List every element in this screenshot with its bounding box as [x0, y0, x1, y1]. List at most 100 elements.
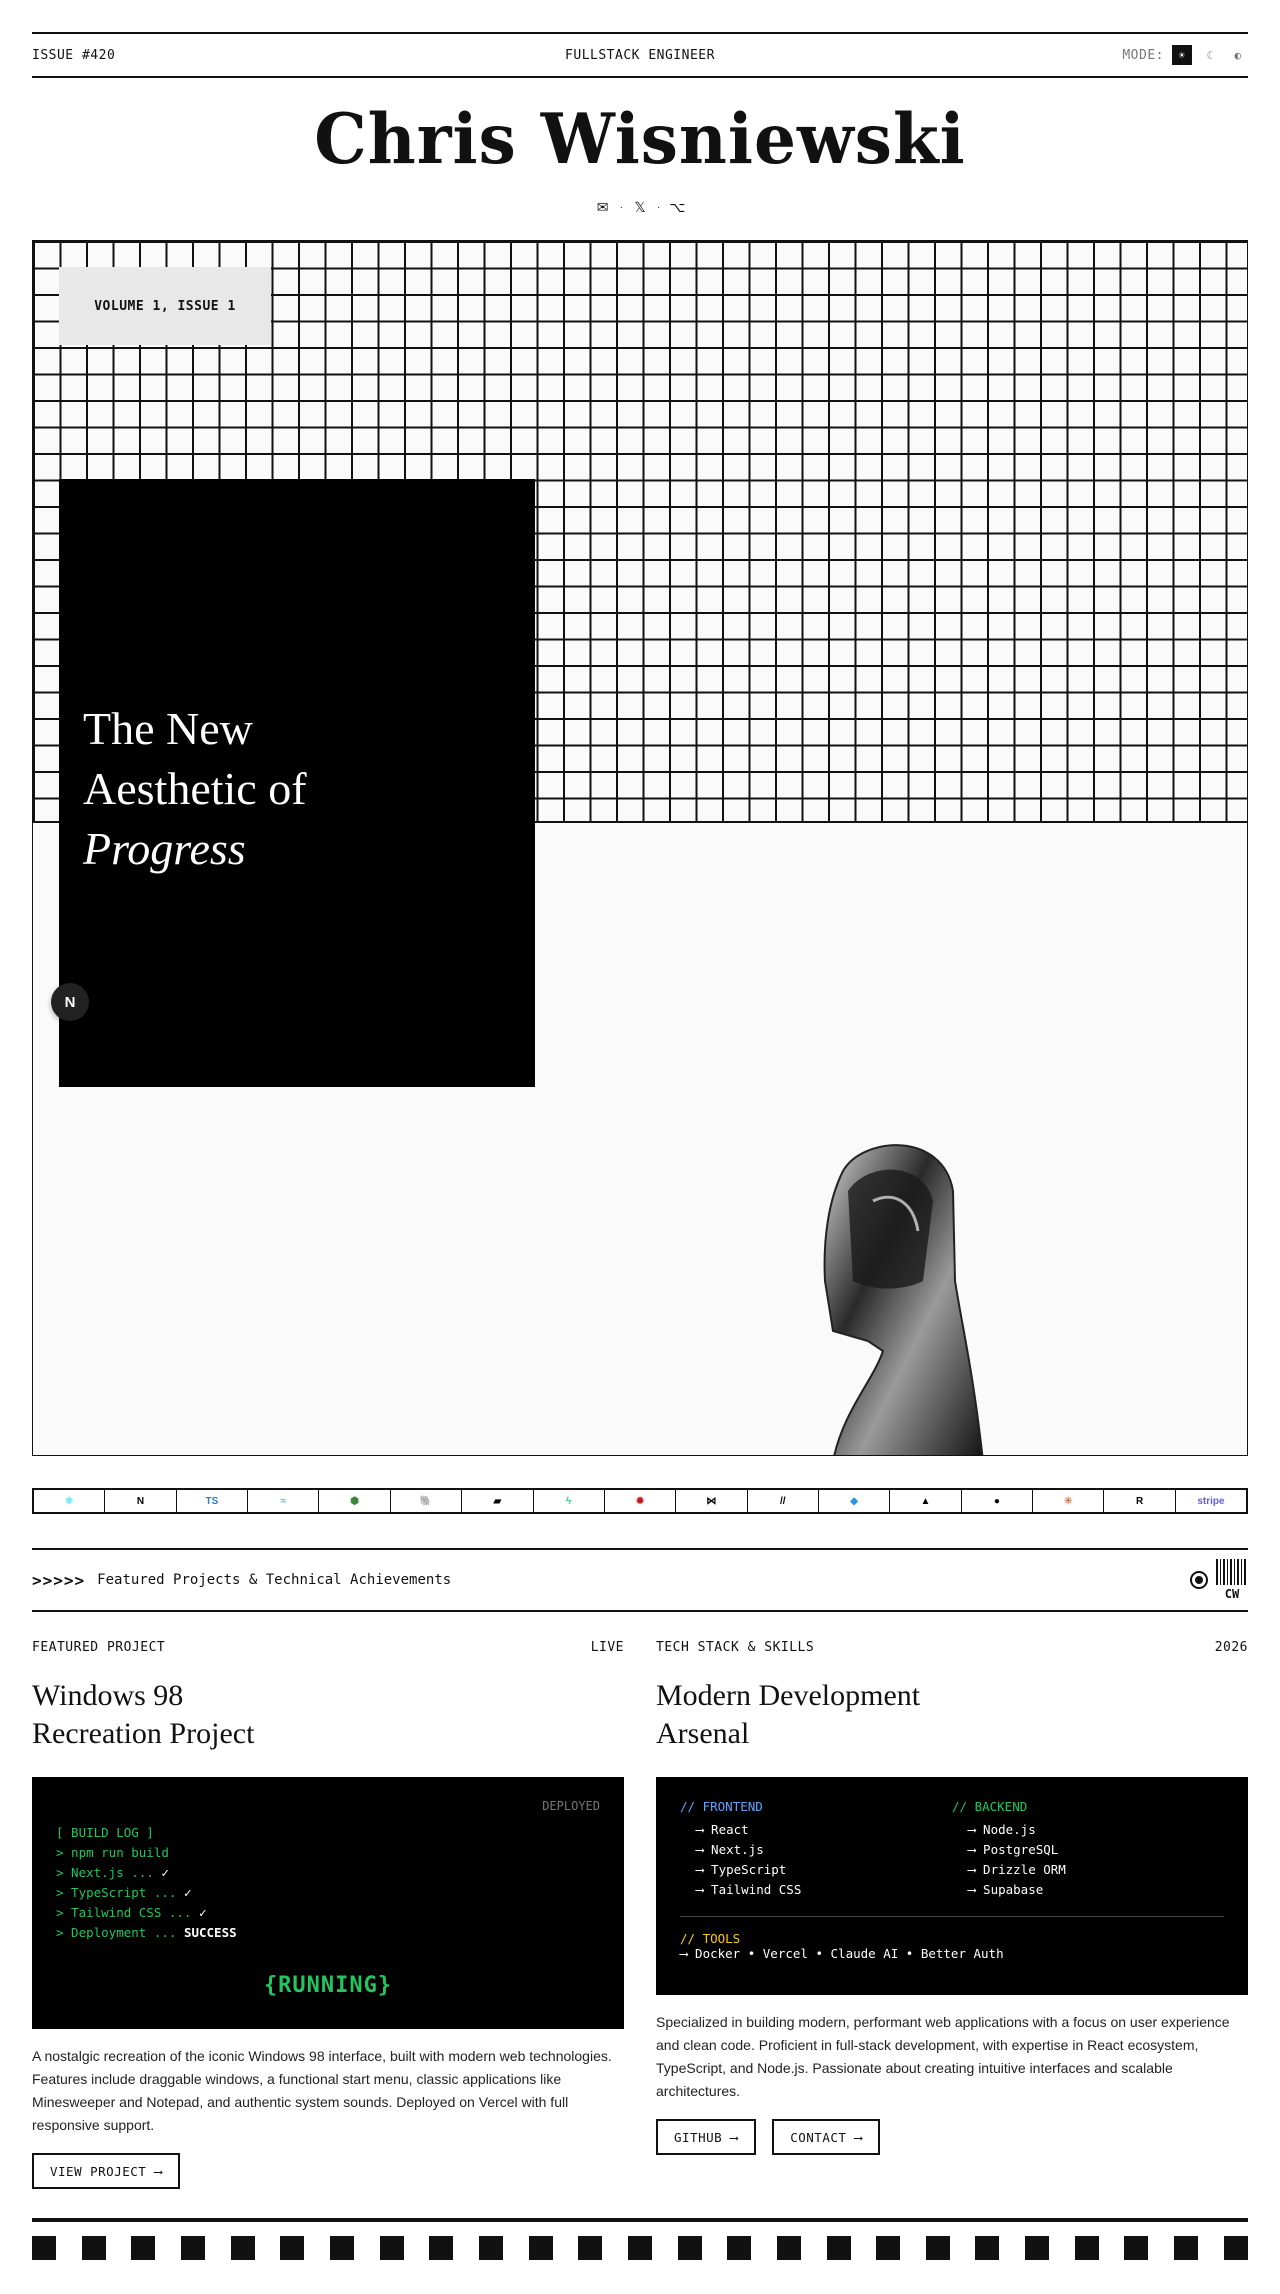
checker-square	[329, 2236, 354, 2260]
arrows-decoration: >>>>>	[32, 1570, 86, 1590]
issue-number: ISSUE #420	[32, 47, 116, 63]
tech-strip-item[interactable]: N	[105, 1490, 177, 1512]
docker-icon: ◆	[850, 1495, 858, 1507]
tech-stack-terminal: // FRONTEND ⟶ React ⟶ Next.js ⟶ TypeScri…	[656, 1777, 1248, 1995]
list-item: ⟶ Next.js	[696, 1842, 764, 1857]
year-label: 2026	[1214, 1640, 1248, 1655]
tech-strip-item[interactable]: ▰	[462, 1490, 534, 1512]
email-icon[interactable]: ✉	[594, 198, 612, 216]
masthead-name: Chris Wisniewski	[314, 98, 966, 180]
tech-strip-item[interactable]: ✹	[605, 1490, 677, 1512]
claude-icon: ✳	[1064, 1495, 1073, 1507]
checker-square	[627, 2236, 652, 2260]
tech-strip-item[interactable]: TS	[177, 1490, 249, 1512]
checker-square	[429, 2236, 454, 2260]
view-project-button[interactable]: VIEW PROJECT ⟶	[32, 2153, 181, 2189]
tools-heading: // TOOLS	[680, 1931, 741, 1946]
chrome-figure-image	[823, 1144, 984, 1455]
contrast-mode-icon[interactable]: ◐	[1228, 45, 1248, 65]
tech-strip-item[interactable]: ▲	[890, 1490, 962, 1512]
checker-square	[826, 2236, 851, 2260]
mode-label: MODE:	[1122, 47, 1164, 63]
log-line: > Tailwind CSS ... ✓	[56, 1905, 207, 1920]
tech-strip-item[interactable]: 🐘	[391, 1490, 463, 1512]
log-line: > npm run build	[56, 1845, 169, 1860]
build-log-terminal: DEPLOYED [ BUILD LOG ] > npm run build >…	[32, 1777, 624, 2029]
separator: ·	[619, 201, 623, 213]
checker-footer	[32, 2236, 1248, 2260]
featured-project-column: FEATURED PROJECT LIVE Windows 98 Recreat…	[32, 1640, 624, 2189]
slash-icon: //	[779, 1495, 786, 1507]
github-icon[interactable]: ⌥	[668, 198, 686, 216]
project-title: Windows 98 Recreation Project	[32, 1677, 624, 1753]
checker-square	[379, 2236, 404, 2260]
checker-square	[578, 2236, 603, 2260]
supabase-icon: ϟ	[566, 1495, 572, 1507]
section-label: FEATURED PROJECT	[32, 1640, 166, 1655]
log-header: [ BUILD LOG ]	[56, 1825, 154, 1840]
running-status: {RUNNING}	[263, 1973, 393, 1998]
list-item: ⟶ Tailwind CSS	[696, 1882, 802, 1897]
project-title-line: Recreation Project	[32, 1717, 255, 1750]
github-button[interactable]: GITHUB ⟶	[656, 2119, 757, 2155]
deploy-status: DEPLOYED	[542, 1799, 600, 1813]
stripe-icon: stripe	[1197, 1495, 1225, 1507]
github-icon: ●	[993, 1495, 1000, 1507]
footer-rule	[32, 2218, 1248, 2222]
volume-badge: VOLUME 1, ISSUE 1	[59, 267, 271, 345]
frontend-list: // FRONTEND ⟶ React ⟶ Next.js ⟶ TypeScri…	[680, 1799, 952, 1900]
divider	[680, 1916, 1224, 1917]
tech-strip-item[interactable]: R	[1104, 1490, 1176, 1512]
typescript-icon: TS	[205, 1495, 219, 1507]
checker-square	[32, 2236, 56, 2260]
barcode-label: CW	[1224, 1587, 1240, 1601]
checker-square	[727, 2236, 752, 2260]
tech-strip-item[interactable]: ⋈	[676, 1490, 748, 1512]
project-title-line: Windows 98	[32, 1679, 184, 1712]
skills-title: Modern Development Arsenal	[656, 1677, 1248, 1753]
checker-square	[776, 2236, 801, 2260]
tech-strip-item[interactable]: ✳	[1033, 1490, 1105, 1512]
headline-line: The New	[83, 703, 253, 754]
contact-button[interactable]: CONTACT ⟶	[772, 2119, 881, 2155]
mode-switcher: MODE: ☀ ☾ ◐	[1122, 45, 1248, 65]
resend-icon: R	[1135, 1495, 1144, 1507]
checker-square	[876, 2236, 901, 2260]
tech-strip-item[interactable]: stripe	[1176, 1490, 1246, 1512]
tech-strip-item[interactable]: ϟ	[534, 1490, 605, 1512]
checker-square	[925, 2236, 950, 2260]
checker-square	[975, 2236, 1000, 2260]
x-twitter-icon[interactable]: 𝕏	[631, 198, 649, 216]
hero: VOLUME 1, ISSUE 1 The New Aesthetic of P…	[32, 240, 1248, 1456]
tech-strip-item[interactable]: ◆	[819, 1490, 891, 1512]
light-mode-icon[interactable]: ☀	[1172, 45, 1192, 65]
tech-strip-item[interactable]: ●	[962, 1490, 1034, 1512]
checker-square	[1124, 2236, 1149, 2260]
tech-strip-item[interactable]: //	[748, 1490, 819, 1512]
frontend-heading: // FRONTEND	[680, 1799, 763, 1814]
tech-strip-item[interactable]: ⬢	[319, 1490, 391, 1512]
role-title: FULLSTACK ENGINEER	[565, 47, 715, 63]
column-header: FEATURED PROJECT LIVE	[32, 1640, 624, 1655]
checker-square	[1223, 2236, 1248, 2260]
dark-mode-icon[interactable]: ☾	[1200, 45, 1220, 65]
analytics-icon: ▰	[493, 1495, 502, 1507]
nextjs-floating-button[interactable]: N	[51, 983, 89, 1021]
target-icon	[1190, 1571, 1208, 1589]
nextjs-icon: N	[136, 1495, 145, 1507]
headline-panel: The New Aesthetic of Progress	[59, 479, 535, 1087]
check-icon: ✓	[183, 1885, 192, 1900]
checker-square	[280, 2236, 305, 2260]
settings-icon: ✹	[635, 1495, 645, 1507]
section-label: TECH STACK & SKILLS	[656, 1640, 815, 1655]
checker-square	[131, 2236, 156, 2260]
status-badge: LIVE	[590, 1640, 624, 1655]
featured-bar-badges: CW	[1190, 1559, 1248, 1601]
skills-column: TECH STACK & SKILLS 2026 Modern Developm…	[656, 1640, 1248, 2155]
list-item: ⟶ Supabase	[968, 1882, 1044, 1897]
tools-list: ⟶ Docker • Vercel • Claude AI • Better A…	[680, 1946, 1004, 1961]
tailwind-icon: ≈	[280, 1495, 287, 1507]
barcode-icon	[1216, 1559, 1248, 1585]
tech-strip-item[interactable]: ≈	[248, 1490, 320, 1512]
tech-strip-item[interactable]: ⚛	[34, 1490, 106, 1512]
